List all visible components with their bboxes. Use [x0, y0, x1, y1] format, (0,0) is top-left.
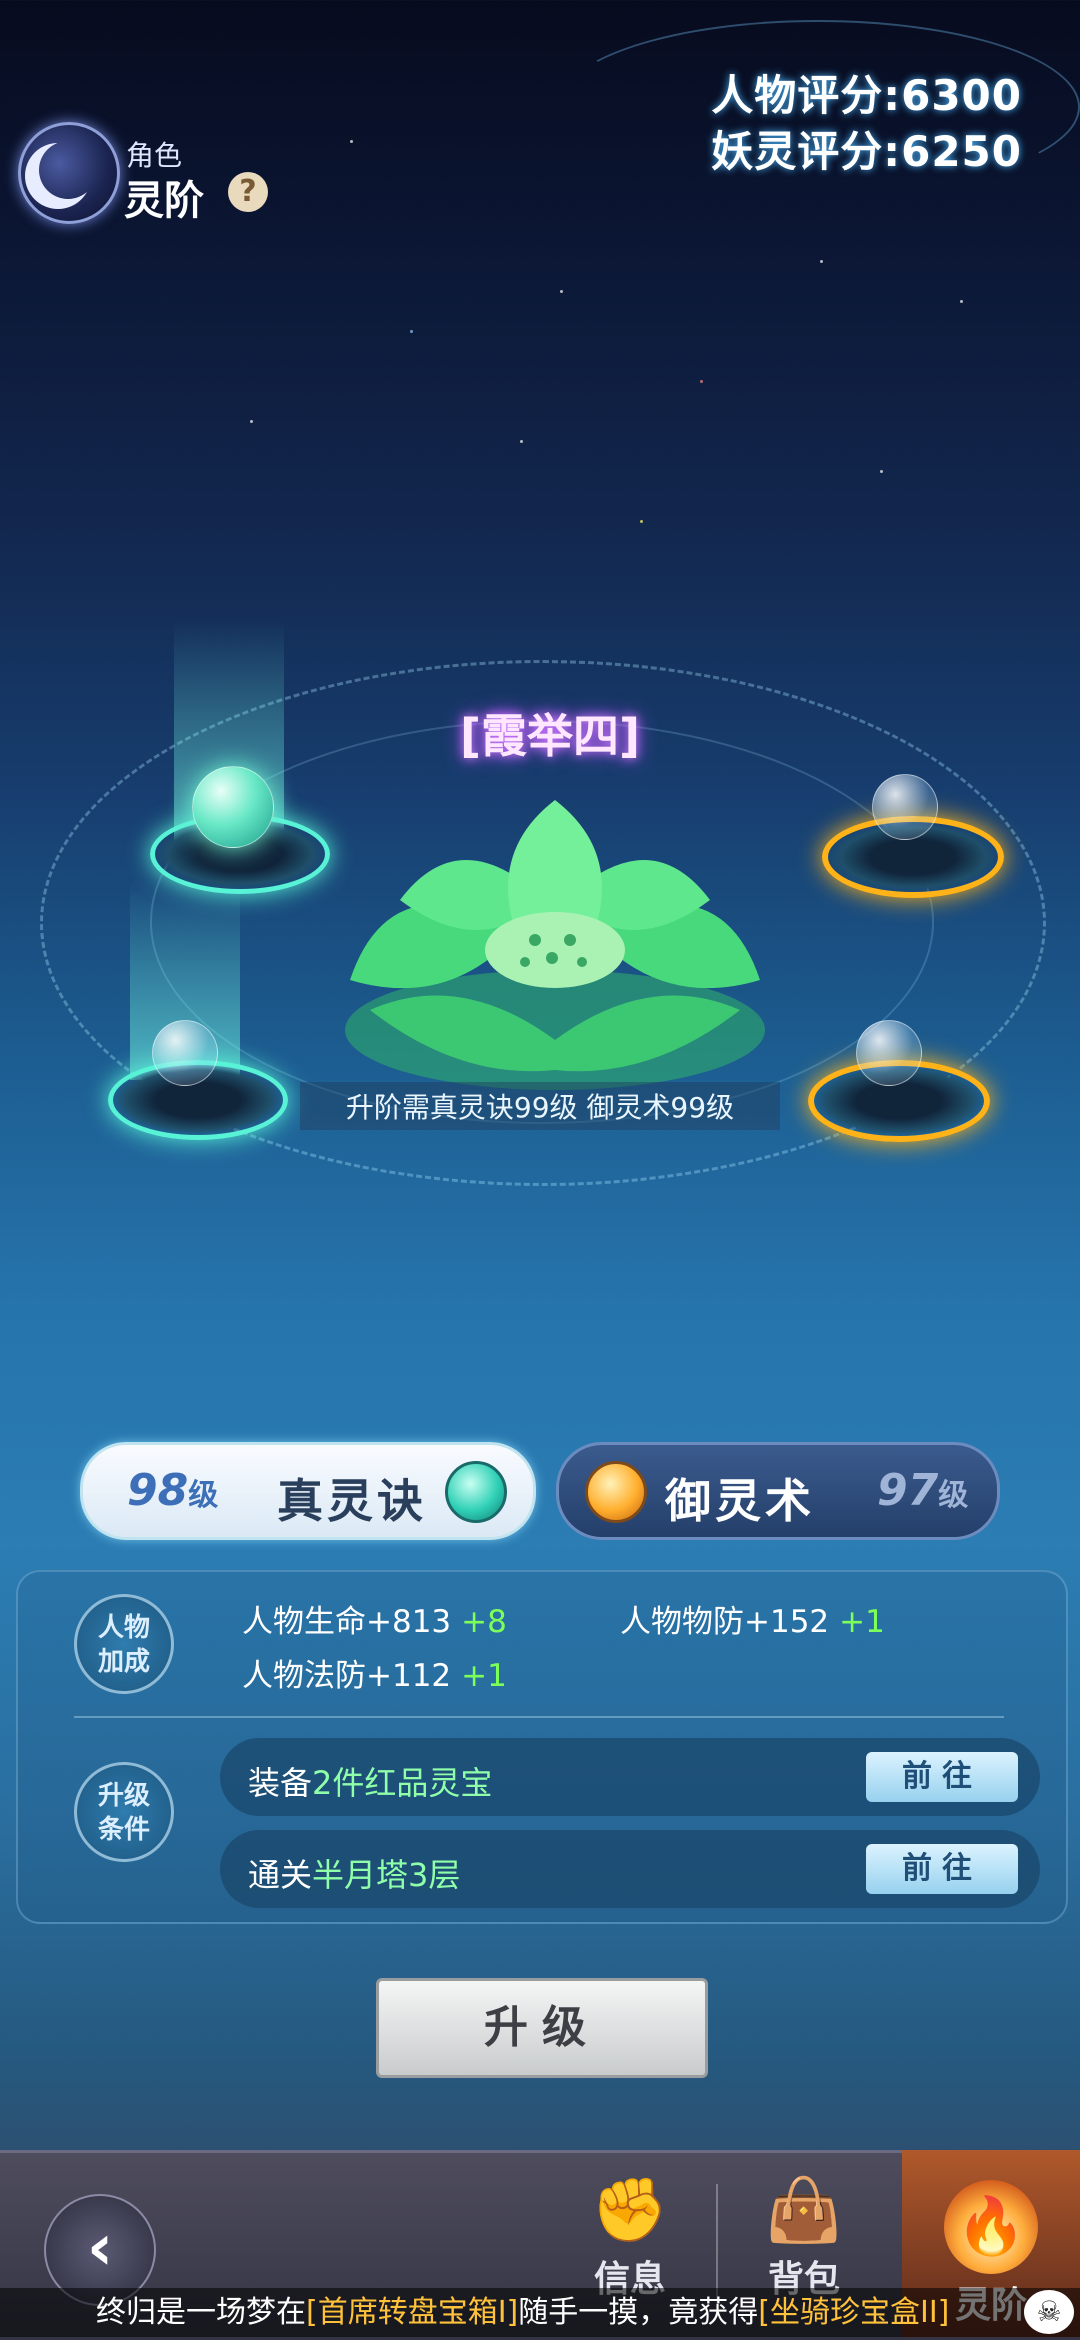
node-orb[interactable] — [152, 1020, 218, 1086]
node-orb[interactable] — [856, 1020, 922, 1086]
spirit-score: 妖灵评分:6250 — [711, 127, 1022, 176]
flame-icon: 🔥 — [944, 2180, 1038, 2274]
tab-level: 98级 — [127, 1465, 219, 1516]
tab-zhenlingjue[interactable]: 98级 真灵诀 — [80, 1442, 536, 1540]
goto-button[interactable]: 前往 — [866, 1844, 1018, 1894]
moon-icon — [18, 122, 120, 224]
fist-icon: ✊ — [591, 2173, 669, 2246]
upgrade-requirement: 升阶需真灵诀99级 御灵术99级 — [300, 1082, 780, 1130]
condition-row: 通关半月塔3层 前往 — [220, 1830, 1040, 1908]
nav-info[interactable]: ✊ 信息 — [570, 2170, 690, 2302]
nav-divider — [716, 2184, 718, 2304]
bonus-badge: 人物 加成 — [74, 1594, 174, 1694]
stage-name: [霞举四] — [459, 709, 641, 763]
goto-button[interactable]: 前往 — [866, 1752, 1018, 1802]
condition-row: 装备2件红品灵宝 前往 — [220, 1738, 1040, 1816]
upgrade-button[interactable]: 升级 — [376, 1978, 708, 2078]
page-title: 灵阶 — [124, 178, 204, 224]
tab-label: 御灵术 — [665, 1474, 815, 1528]
jade-orb-icon — [445, 1461, 507, 1523]
help-icon[interactable]: ? — [228, 172, 268, 212]
tab-level: 97级 — [877, 1465, 969, 1516]
person-score: 人物评分:6300 — [711, 71, 1022, 120]
broadcast-ticker: 终归是一场梦在[首席转盘宝箱I]随手一摸，竟获得[坐骑珍宝盒II] — [0, 2288, 1080, 2337]
stat-mdef: 人物法防+112 +1 — [242, 1658, 507, 1694]
skull-icon: ☠ — [1024, 2290, 1074, 2334]
tab-yulingshu[interactable]: 御灵术 97级 — [556, 1442, 1000, 1540]
stat-hp: 人物生命+813 +8 — [242, 1604, 507, 1640]
node-orb[interactable] — [872, 774, 938, 840]
nav-bag[interactable]: 👜 背包 — [744, 2170, 864, 2302]
node-orb-active[interactable] — [192, 766, 274, 848]
stat-pdef: 人物物防+152 +1 — [620, 1604, 885, 1640]
condition-text: 通关半月塔3层 — [248, 1856, 461, 1894]
amber-orb-icon — [585, 1461, 647, 1523]
lotus-icon — [345, 800, 765, 1090]
bag-icon: 👜 — [765, 2173, 843, 2246]
condition-text: 装备2件红品灵宝 — [248, 1764, 493, 1802]
divider — [74, 1716, 1004, 1718]
tab-label: 真灵诀 — [277, 1474, 427, 1528]
condition-badge: 升级 条件 — [74, 1762, 174, 1862]
